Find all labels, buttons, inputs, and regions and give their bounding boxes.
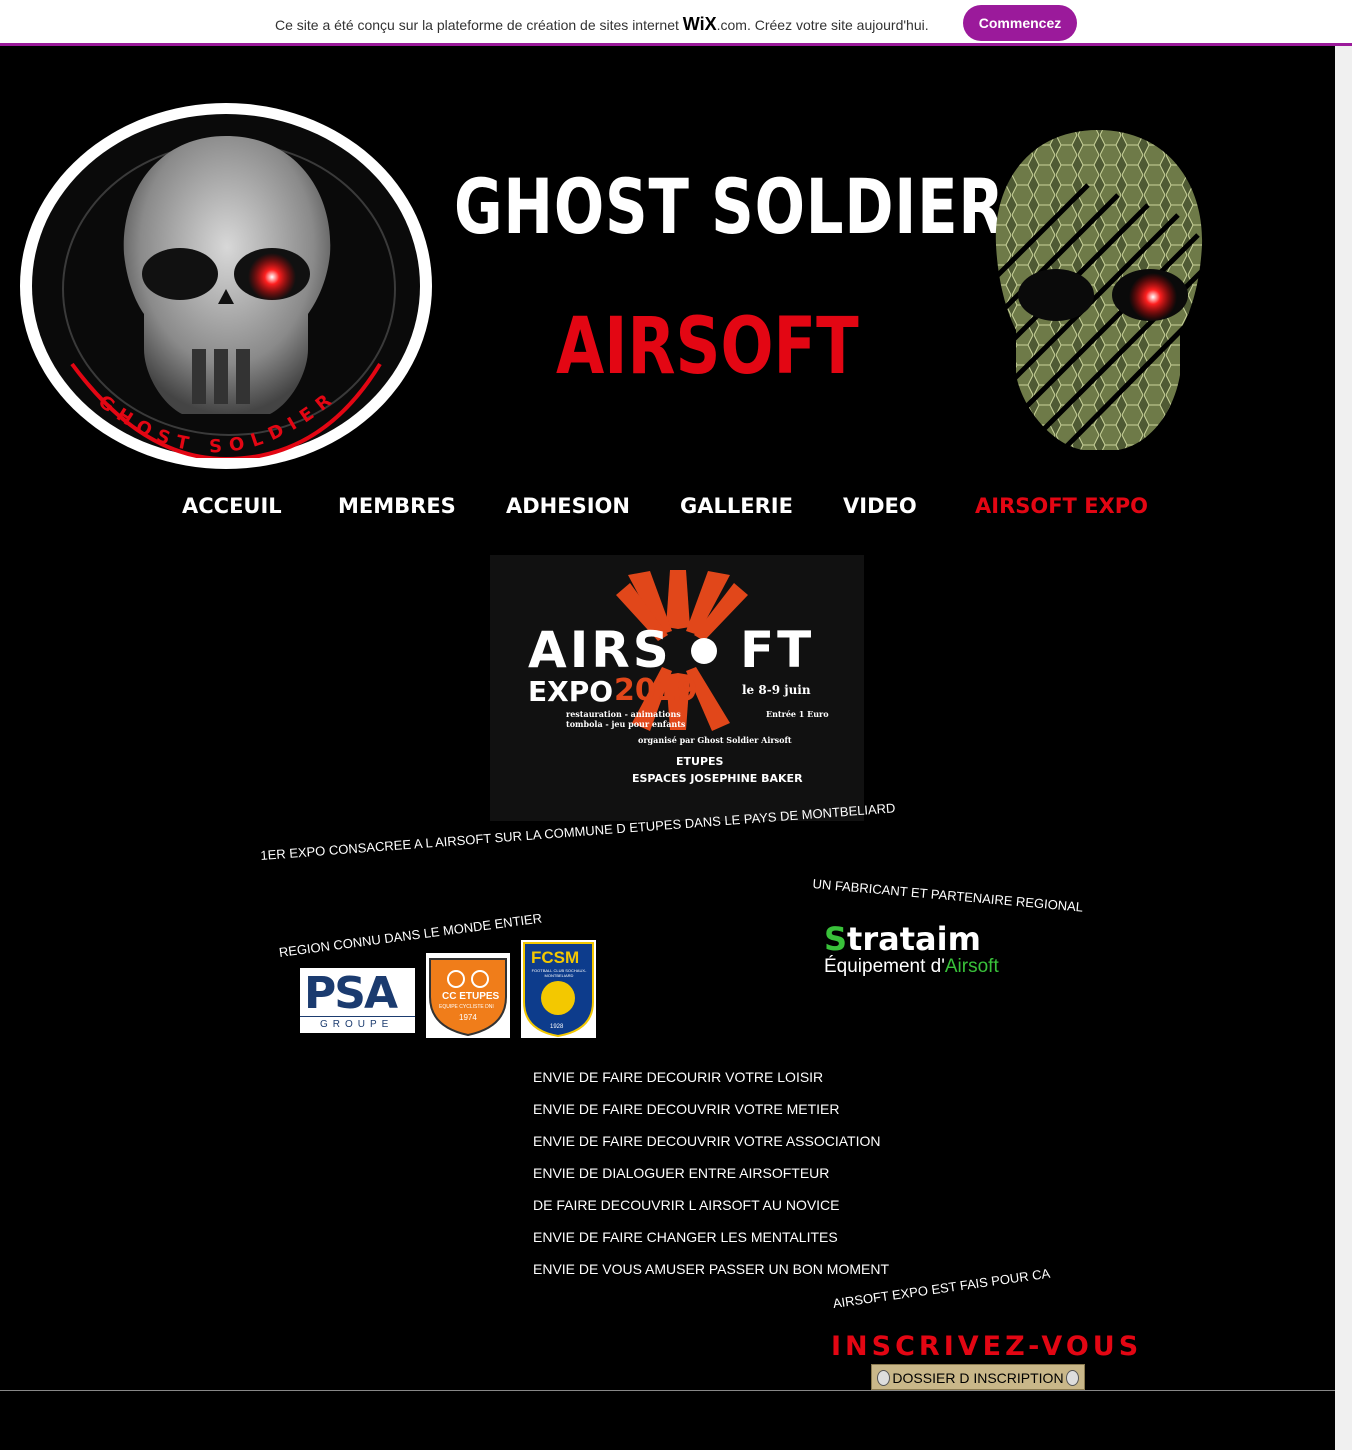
fcsm-logo: FCSM FOOTBALL CLUB SOCHAUX-MONTBELIARD 1… <box>521 940 596 1038</box>
right-knob-icon <box>1066 1370 1079 1386</box>
left-knob-icon <box>877 1370 890 1386</box>
footer-divider <box>0 1390 1335 1391</box>
strataim-tagline-accent: Airsoft <box>944 956 999 977</box>
poster-venue: ESPACES JOSEPHINE BAKER <box>632 772 803 785</box>
poster-organizer: organisé par Ghost Soldier Airsoft <box>638 735 792 745</box>
fcsm-name: FCSM <box>531 948 580 967</box>
list-item: DE FAIRE DECOUVRIR L AIRSOFT AU NOVICE <box>533 1197 840 1213</box>
banner-text-after: .com. Créez votre site aujourd'hui. <box>716 17 929 33</box>
vertical-scrollbar[interactable] <box>1335 46 1352 1450</box>
poster-entry: Entrée 1 Euro <box>766 709 829 719</box>
nav-airsoft-expo[interactable]: AIRSOFT EXPO <box>975 494 1148 518</box>
list-item: ENVIE DE FAIRE DECOUVRIR VOTRE METIER <box>533 1101 840 1117</box>
camo-skull-icon <box>968 130 1226 455</box>
poster-word-airs: AIRS <box>528 621 672 679</box>
list-item: ENVIE DE FAIRE CHANGER LES MENTALITES <box>533 1229 838 1245</box>
dossier-label: DOSSIER D INSCRIPTION <box>892 1370 1064 1386</box>
nav-accueil[interactable]: ACCEUIL <box>182 494 282 518</box>
cce-name: CC ETUPES <box>442 991 500 1002</box>
wix-banner-message: Ce site a été conçu sur la plateforme de… <box>275 14 929 35</box>
skull-mask-icon: GHOST SOLDIER <box>70 136 382 458</box>
cc-etupes-logo: CC ETUPES EQUIPE CYCLISTE DNI 1974 <box>426 953 510 1038</box>
logo-background: GHOST SOLDIER <box>32 114 420 458</box>
list-item: ENVIE DE DIALOGUER ENTRE AIRSOFTEUR <box>533 1165 830 1181</box>
cta-title: INSCRIVEZ-VOUS <box>831 1331 1143 1362</box>
psa-sub: GROUPE <box>320 1019 394 1030</box>
list-item: ENVIE DE VOUS AMUSER PASSER UN BON MOMEN… <box>533 1261 890 1277</box>
cce-year: 1974 <box>459 1013 477 1022</box>
nav-membres[interactable]: MEMBRES <box>338 494 456 518</box>
site-title: GHOST SOLDIER <box>454 162 1005 251</box>
banner-text-before: Ce site a été conçu sur la plateforme de… <box>275 17 683 33</box>
nav-adhesion[interactable]: ADHESION <box>506 494 630 518</box>
poster-city: ETUPES <box>676 755 724 768</box>
commencez-button[interactable]: Commencez <box>963 5 1077 41</box>
nav-gallerie[interactable]: GALLERIE <box>680 494 793 518</box>
strataim-tagline-text: Équipement d' <box>824 956 945 977</box>
airsoft-expo-poster: AIRS FT EXPO 2019 le 8-9 juin restaurati… <box>490 555 864 821</box>
psa-name: PSA <box>304 968 398 1019</box>
dossier-inscription-button[interactable]: DOSSIER D INSCRIPTION <box>871 1364 1085 1390</box>
site-subtitle: AIRSOFT <box>556 302 859 392</box>
cce-sub: EQUIPE CYCLISTE DNI <box>439 1004 494 1010</box>
reasons-list: ENVIE DE FAIRE DECOURIR VOTRE LOISIR ENV… <box>533 1068 889 1292</box>
fcsm-year: 1928 <box>550 1024 564 1030</box>
poster-word-ft: FT <box>740 621 815 679</box>
list-item: ENVIE DE FAIRE DECOUVRIR VOTRE ASSOCIATI… <box>533 1133 881 1149</box>
poster-expo: EXPO <box>528 675 614 708</box>
wix-brand[interactable]: WiX <box>683 14 717 34</box>
fcsm-sub: FOOTBALL CLUB SOCHAUX-MONTBELIARD <box>531 968 587 978</box>
strataim-s: S <box>824 920 848 958</box>
strataim-logo[interactable]: Strataim Équipement d'Airsoft <box>824 922 1034 982</box>
strataim-name: Strataim <box>824 922 1034 956</box>
wix-banner: Ce site a été conçu sur la plateforme de… <box>0 0 1352 46</box>
strataim-tagline: Équipement d'Airsoft <box>824 956 1034 978</box>
poster-line2: tombola - jeu pour enfants <box>566 719 686 729</box>
psa-divider <box>300 1016 415 1017</box>
psa-groupe-logo: PSA GROUPE <box>300 968 415 1033</box>
strataim-rest: trataim <box>847 920 981 958</box>
poster-year: 2019 <box>614 673 698 708</box>
nav-video[interactable]: VIDEO <box>843 494 917 518</box>
list-item: ENVIE DE FAIRE DECOURIR VOTRE LOISIR <box>533 1069 824 1085</box>
poster-dates: le 8-9 juin <box>742 683 811 697</box>
poster-line1: restauration - animations <box>566 709 681 719</box>
ghost-soldier-logo: GHOST SOLDIER <box>20 103 432 469</box>
